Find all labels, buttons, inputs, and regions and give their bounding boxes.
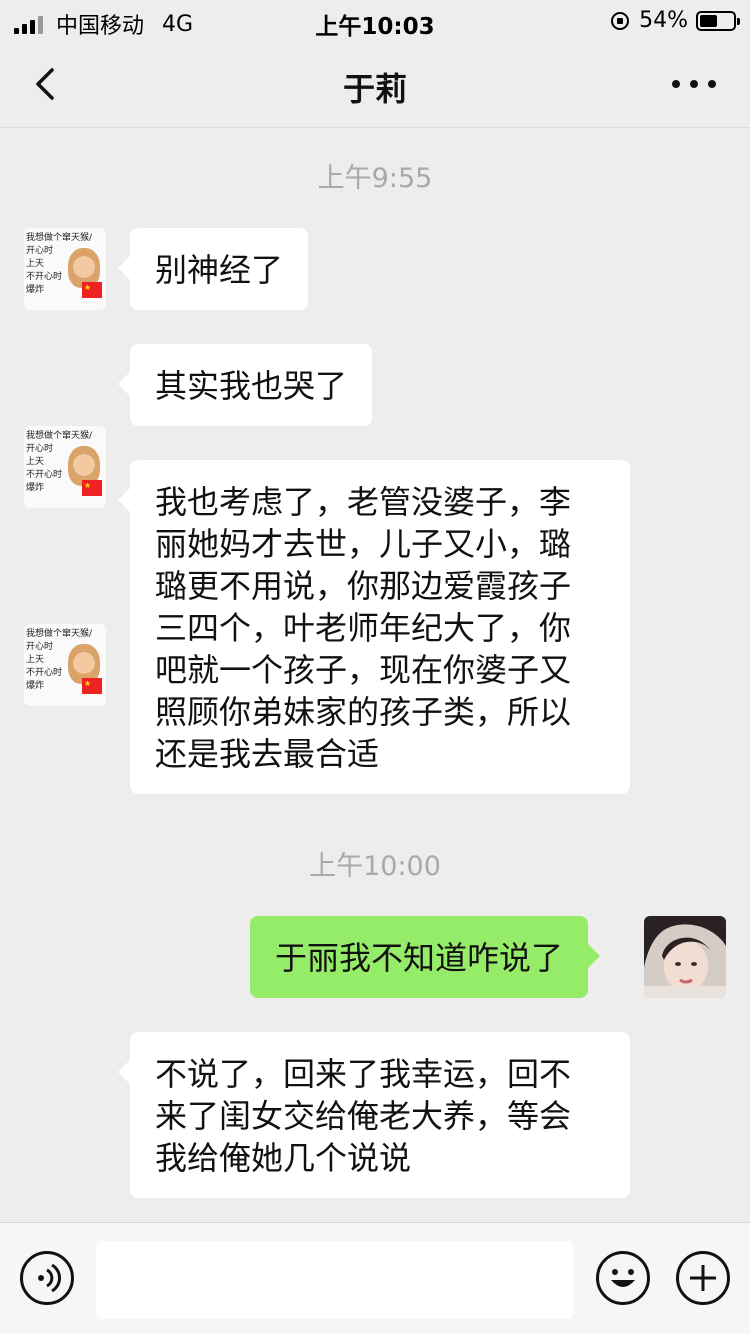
chat-title: 于莉	[342, 70, 407, 108]
more-dot	[672, 80, 680, 88]
message-line: 来了闺女交给俺老大养，等会	[155, 1097, 572, 1135]
flag-icon	[82, 479, 102, 496]
contact-avatar[interactable]: 我想做个窜天猴/ 开心时 上天 不开心时 爆炸	[24, 228, 106, 310]
sticker-line: 我想做个窜天猴/	[26, 233, 93, 243]
message-text: 于丽我不知道咋说了	[275, 939, 564, 977]
message-line: 我给俺她几个说说	[155, 1139, 412, 1177]
emoji-button[interactable]	[596, 1251, 650, 1305]
timestamp: 上午9:55	[317, 163, 433, 194]
plus-icon	[690, 1265, 716, 1291]
message-line: 照顾你弟妹家的孩子类，所以	[155, 693, 572, 731]
battery-icon	[696, 10, 740, 31]
status-right: 54%	[611, 8, 740, 33]
user-avatar[interactable]	[644, 916, 726, 998]
input-bar	[0, 1222, 750, 1334]
more-dot	[690, 80, 698, 88]
voice-button[interactable]	[20, 1251, 74, 1305]
battery-percent: 54%	[639, 8, 688, 33]
plus-button[interactable]	[676, 1251, 730, 1305]
message-bubble[interactable]: 不说了，回来了我幸运，回不 来了闺女交给俺老大养，等会 我给俺她几个说说	[118, 1032, 630, 1198]
smiley-icon	[611, 1269, 635, 1287]
message-text: 别神经了	[155, 251, 284, 289]
message-text: 其实我也哭了	[155, 367, 348, 405]
timestamp: 上午10:00	[309, 851, 441, 882]
rotation-lock-icon	[611, 11, 630, 30]
message-bubble[interactable]: 别神经了	[117, 228, 309, 310]
more-button[interactable]	[672, 72, 716, 96]
message-line: 三四个，叶老师年纪大了，你	[155, 609, 572, 647]
sticker-line: 我想做个窜天猴/	[26, 431, 93, 441]
portrait-photo-icon	[644, 916, 726, 998]
message-bubble[interactable]: 我也考虑了，老管没婆子，李 丽她妈才去世，儿子又小，璐 璐更不用说，你那边爱霞孩…	[118, 460, 630, 794]
message-line: 不说了，回来了我幸运，回不	[155, 1055, 572, 1093]
sticker-line: 我想做个窜天猴/	[26, 629, 93, 639]
flag-icon	[82, 281, 102, 298]
message-line: 丽她妈才去世，儿子又小，璐	[155, 525, 572, 563]
chat-header: 于莉	[0, 42, 750, 128]
contact-avatar[interactable]: 我想做个窜天猴/ 开心时 上天 不开心时 爆炸	[24, 624, 106, 706]
message-line: 还是我去最合适	[155, 735, 380, 773]
message-line: 璐更不用说，你那边爱霞孩子	[155, 567, 572, 605]
message-bubble-sent[interactable]: 于丽我不知道咋说了	[250, 916, 601, 998]
status-bar: 中国移动 4G 上午10:03 54%	[0, 0, 750, 42]
voice-icon	[38, 1263, 62, 1293]
message-input[interactable]	[96, 1241, 574, 1319]
more-dot	[708, 80, 716, 88]
flag-icon	[82, 677, 102, 694]
battery-fill	[700, 14, 718, 27]
message-line: 我也考虑了，老管没婆子，李	[155, 483, 572, 521]
message-line: 吧就一个孩子，现在你婆子又	[155, 651, 572, 689]
contact-avatar[interactable]: 我想做个窜天猴/ 开心时 上天 不开心时 爆炸	[24, 426, 106, 508]
message-bubble[interactable]: 其实我也哭了	[117, 344, 373, 426]
